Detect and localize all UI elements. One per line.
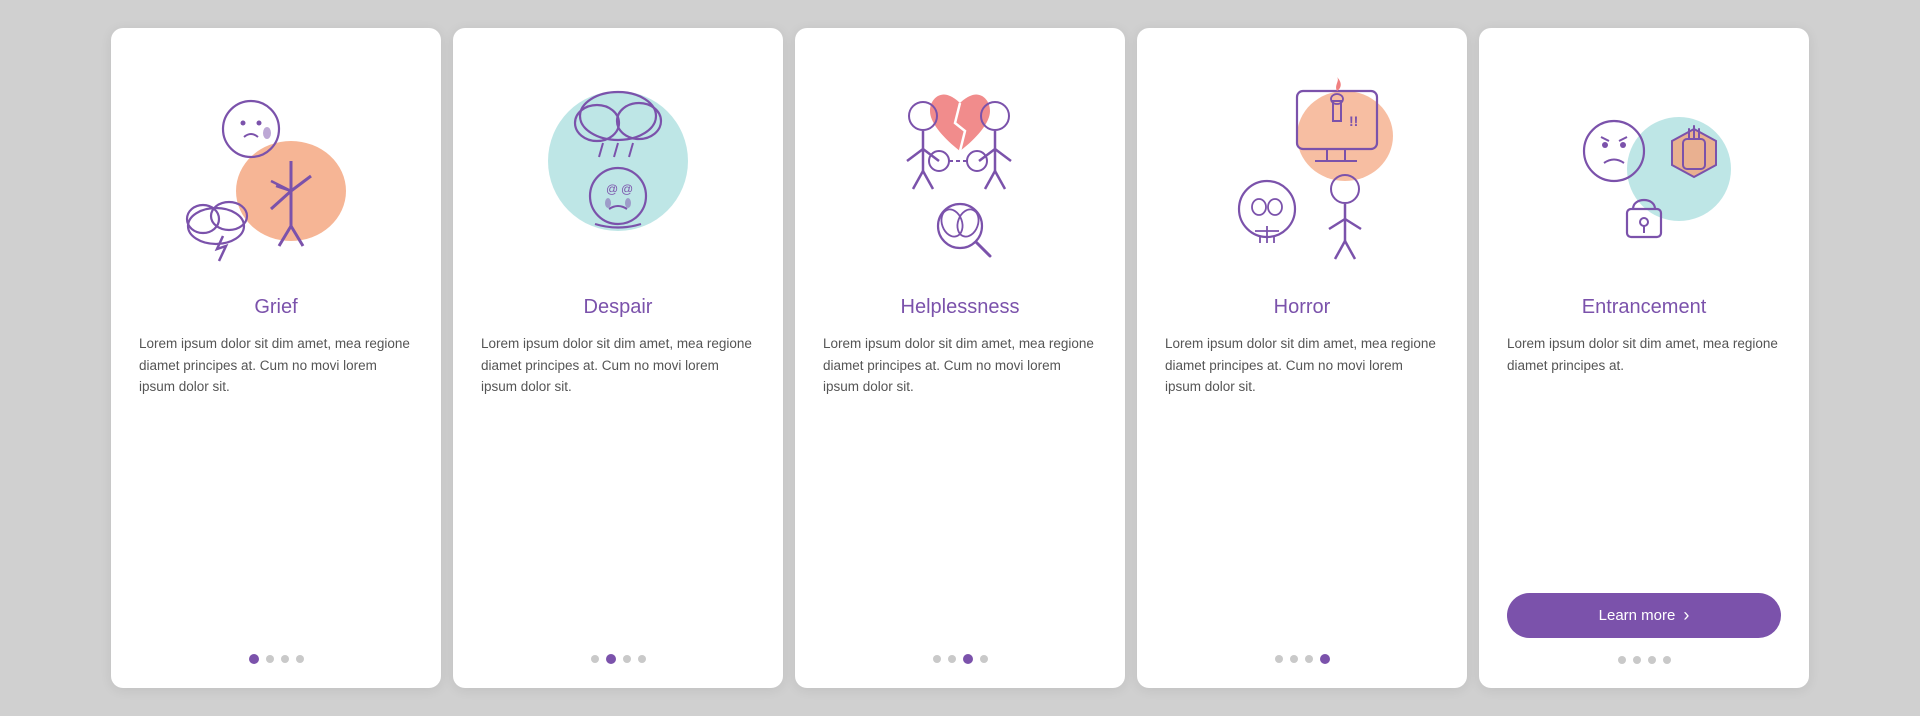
horror-title: Horror bbox=[1274, 296, 1331, 319]
helplessness-illustration bbox=[850, 56, 1070, 276]
despair-illustration: @ @ bbox=[508, 56, 728, 276]
horror-body: Lorem ipsum dolor sit dim amet, mea regi… bbox=[1165, 333, 1439, 636]
grief-title: Grief bbox=[254, 296, 297, 319]
dot-2 bbox=[266, 655, 274, 663]
despair-body: Lorem ipsum dolor sit dim amet, mea regi… bbox=[481, 333, 755, 636]
grief-dots bbox=[249, 654, 304, 664]
dot-1 bbox=[591, 655, 599, 663]
card-horror: !! Horror Lorem ipsum dolor bbox=[1137, 28, 1467, 688]
svg-text:@: @ bbox=[621, 182, 633, 196]
horror-dots bbox=[1275, 654, 1330, 664]
dot-4 bbox=[980, 655, 988, 663]
card-grief: Grief Lorem ipsum dolor sit dim amet, me… bbox=[111, 28, 441, 688]
horror-illustration: !! bbox=[1192, 56, 1412, 276]
dot-1 bbox=[1275, 655, 1283, 663]
learn-more-button[interactable]: Learn more bbox=[1507, 593, 1781, 638]
despair-title: Despair bbox=[584, 296, 653, 319]
card-helplessness: Helplessness Lorem ipsum dolor sit dim a… bbox=[795, 28, 1125, 688]
dot-4 bbox=[1663, 656, 1671, 664]
helplessness-title: Helplessness bbox=[901, 296, 1020, 319]
despair-dots bbox=[591, 654, 646, 664]
dot-1 bbox=[1618, 656, 1626, 664]
card-entrancement: Entrancement Lorem ipsum dolor sit dim a… bbox=[1479, 28, 1809, 688]
dot-2 bbox=[1633, 656, 1641, 664]
dot-2 bbox=[948, 655, 956, 663]
entrancement-title: Entrancement bbox=[1582, 296, 1707, 319]
helplessness-dots bbox=[933, 654, 988, 664]
dot-3 bbox=[1648, 656, 1656, 664]
dot-3 bbox=[1305, 655, 1313, 663]
dot-1 bbox=[249, 654, 259, 664]
helplessness-body: Lorem ipsum dolor sit dim amet, mea regi… bbox=[823, 333, 1097, 636]
grief-illustration bbox=[166, 56, 386, 276]
dot-4 bbox=[638, 655, 646, 663]
cards-container: Grief Lorem ipsum dolor sit dim amet, me… bbox=[79, 4, 1841, 712]
svg-text:@: @ bbox=[606, 182, 618, 196]
dot-2 bbox=[1290, 655, 1298, 663]
dot-4 bbox=[296, 655, 304, 663]
dot-3 bbox=[281, 655, 289, 663]
entrancement-dots bbox=[1618, 656, 1671, 664]
entrancement-body: Lorem ipsum dolor sit dim amet, mea regi… bbox=[1507, 333, 1781, 579]
dot-4 bbox=[1320, 654, 1330, 664]
entrancement-illustration bbox=[1534, 56, 1754, 276]
dot-2 bbox=[606, 654, 616, 664]
dot-1 bbox=[933, 655, 941, 663]
grief-body: Lorem ipsum dolor sit dim amet, mea regi… bbox=[139, 333, 413, 636]
card-despair: @ @ Despair Lorem ipsum dolor sit dim am… bbox=[453, 28, 783, 688]
dot-3 bbox=[623, 655, 631, 663]
dot-3 bbox=[963, 654, 973, 664]
svg-text:!!: !! bbox=[1349, 113, 1358, 129]
